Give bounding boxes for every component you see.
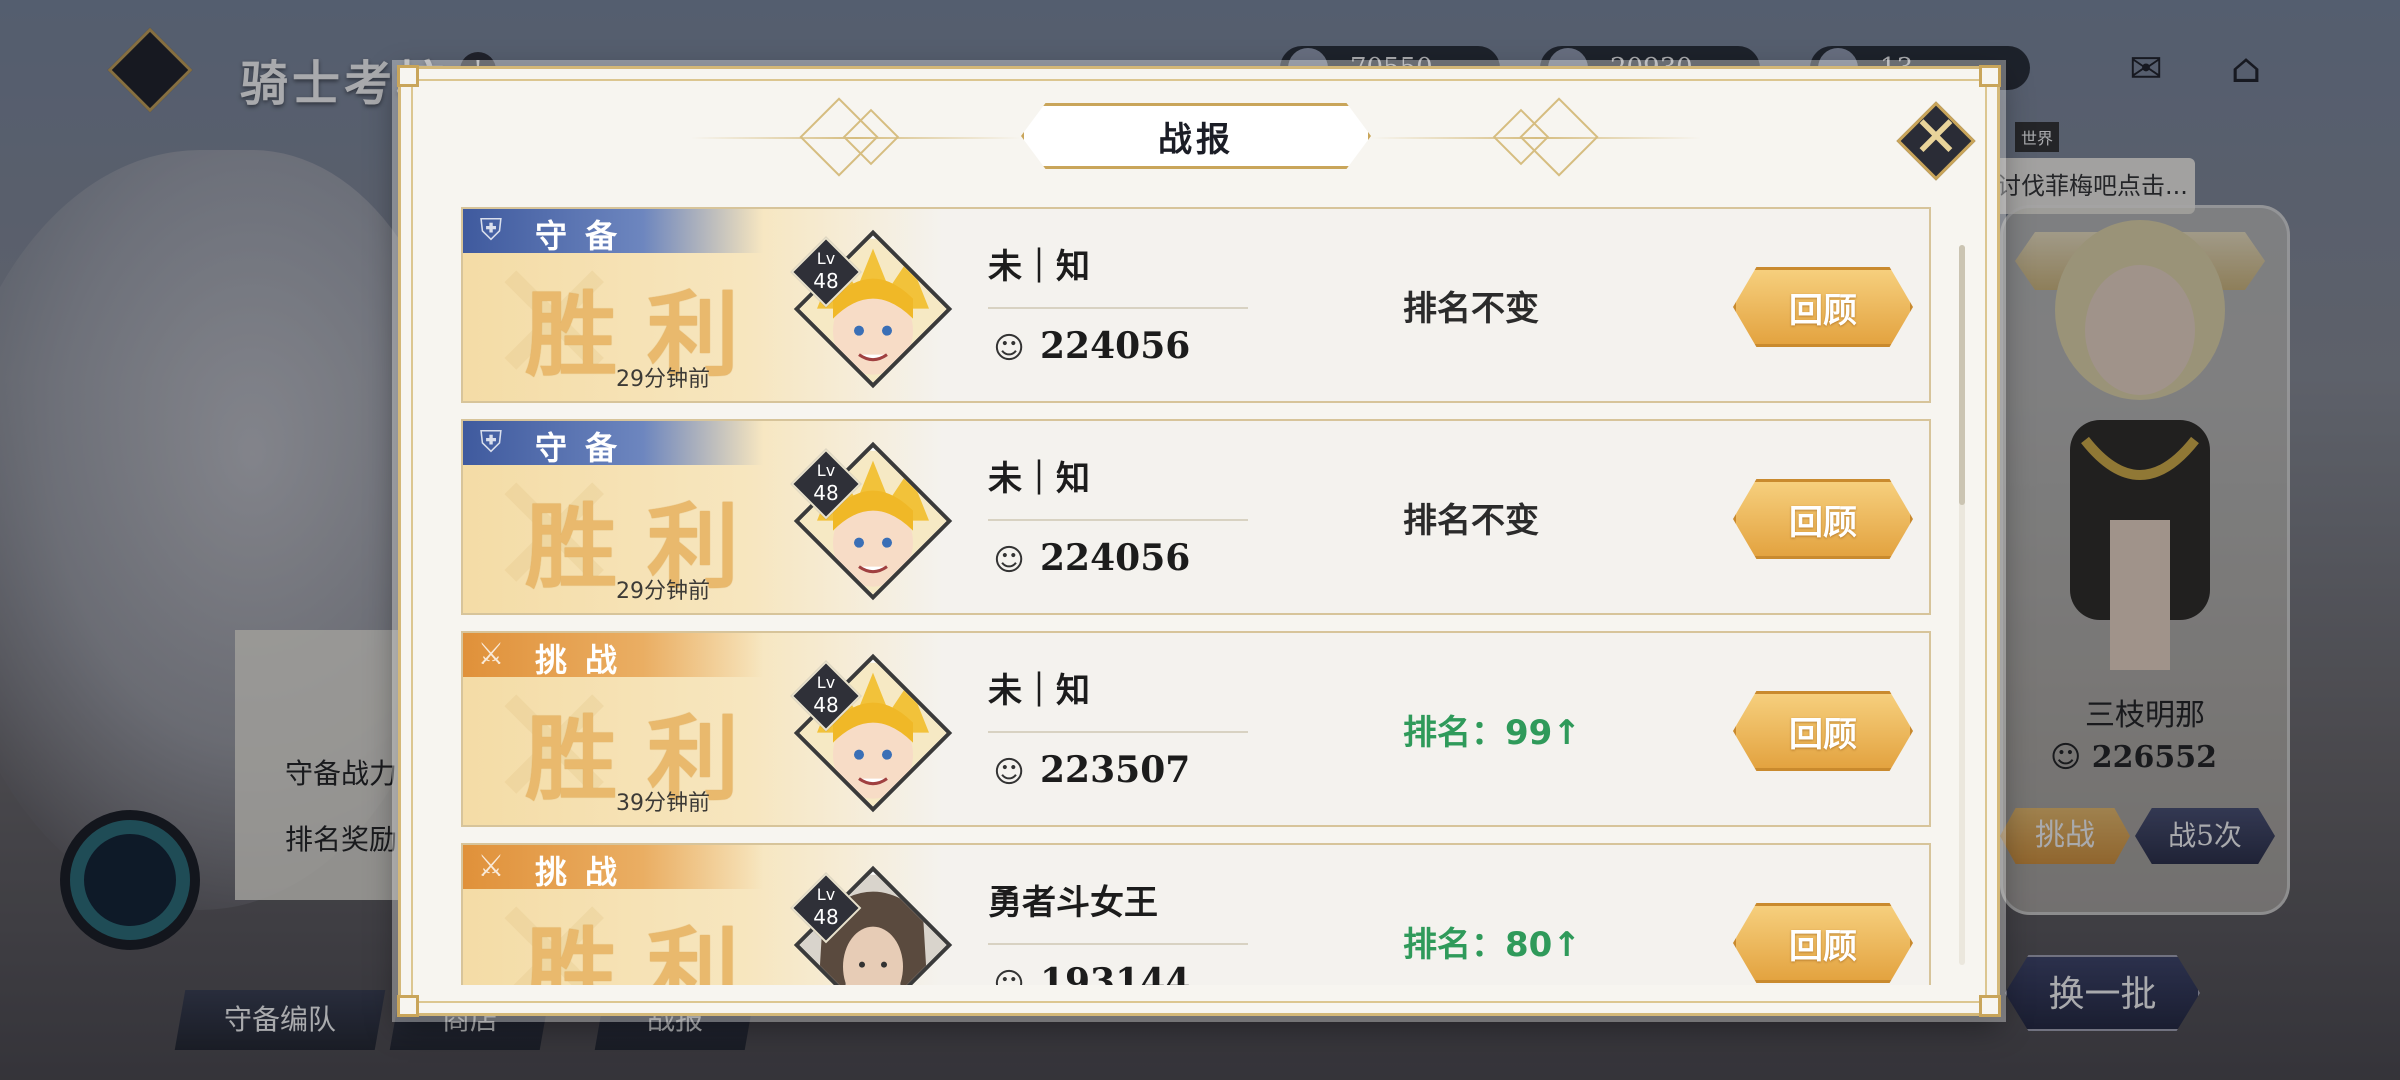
rank-change: 排名：99↑ [1403, 713, 1581, 753]
opponent-name: 勇者斗女王 [988, 883, 1158, 923]
level-prefix: Lv [816, 673, 836, 692]
rank-change: 排名不变 [1403, 289, 1539, 329]
level-prefix: Lv [816, 885, 836, 904]
opponent-power: 224056 [1040, 325, 1191, 367]
record-type: 挑战 [535, 853, 636, 891]
opponent-power: 224056 [1040, 537, 1191, 579]
corner-ornament [1979, 65, 2001, 87]
name-divider [988, 731, 1248, 733]
power-icon: ☺ [993, 543, 1025, 578]
review-button[interactable]: 回顾 [1733, 903, 1913, 983]
review-button[interactable]: 回顾 [1733, 479, 1913, 559]
name-divider [988, 519, 1248, 521]
level-badge: Lv 48 [790, 872, 862, 944]
battle-record: ✕ ⛨ 守备 胜利 29分钟前 Lv 48 未｜知 ☺ 224056 排名不变 … [461, 419, 1931, 621]
close-x-icon: ✕ [1912, 105, 1960, 170]
battle-report-dialog: 战报 ✕ ✕ ⛨ 守备 胜利 29分钟前 Lv 48 未｜知 ☺ 224056 … [397, 65, 2001, 1017]
opponent-name: 未｜知 [988, 459, 1090, 499]
corner-ornament [397, 995, 419, 1017]
name-divider [988, 307, 1248, 309]
opponent-power: 223507 [1040, 749, 1191, 791]
level-badge: Lv 48 [790, 660, 862, 732]
review-button-label: 回顾 [1789, 926, 1857, 967]
level-value: 48 [813, 693, 839, 717]
scrollbar-thumb[interactable] [1959, 245, 1965, 505]
battle-record-list[interactable]: ✕ ⛨ 守备 胜利 29分钟前 Lv 48 未｜知 ☺ 224056 排名不变 … [461, 207, 1941, 985]
battle-record: ✕ ⛨ 守备 胜利 29分钟前 Lv 48 未｜知 ☺ 224056 排名不变 … [461, 207, 1931, 409]
review-button-label: 回顾 [1789, 714, 1857, 755]
opponent-name: 未｜知 [988, 247, 1090, 287]
review-button[interactable]: 回顾 [1733, 691, 1913, 771]
power-icon: ☺ [993, 967, 1025, 985]
power-icon: ☺ [993, 755, 1025, 790]
rank-change: 排名不变 [1403, 501, 1539, 541]
review-button-label: 回顾 [1789, 290, 1857, 331]
shield-icon: ⛨ [479, 425, 503, 460]
opponent-name: 未｜知 [988, 671, 1090, 711]
dialog-header: 战报 [401, 97, 1997, 177]
dialog-title-plate: 战报 [1021, 103, 1371, 169]
record-result: 胜利 [525, 917, 770, 985]
record-type-tab: ⚔ 挑战 [463, 633, 763, 679]
power-icon: ☺ [993, 331, 1025, 366]
level-value: 48 [813, 905, 839, 929]
record-type: 守备 [535, 217, 636, 255]
close-button[interactable]: ✕ [1896, 101, 1976, 181]
record-type: 挑战 [535, 641, 636, 679]
crossed-swords-icon: ⚔ [477, 637, 505, 672]
corner-ornament [397, 65, 419, 87]
battle-record: ✕ ⚔ 挑战 胜利 Lv 48 勇者斗女王 ☺ 193144 排名：80↑ 回顾 [461, 843, 1931, 985]
record-type-tab: ⛨ 守备 [463, 421, 763, 467]
level-prefix: Lv [816, 249, 836, 268]
level-badge: Lv 48 [790, 236, 862, 308]
dialog-title: 战报 [1158, 119, 1234, 160]
review-button[interactable]: 回顾 [1733, 267, 1913, 347]
battle-record: ✕ ⚔ 挑战 胜利 39分钟前 Lv 48 未｜知 ☺ 223507 排名：99… [461, 631, 1931, 833]
corner-ornament [1979, 995, 2001, 1017]
name-divider [988, 943, 1248, 945]
record-type-tab: ⛨ 守备 [463, 209, 763, 255]
opponent-power: 193144 [1040, 961, 1191, 985]
shield-icon: ⛨ [479, 213, 503, 248]
rank-change: 排名：80↑ [1403, 925, 1581, 965]
record-type: 守备 [535, 429, 636, 467]
record-type-tab: ⚔ 挑战 [463, 845, 763, 891]
review-button-label: 回顾 [1789, 502, 1857, 543]
level-badge: Lv 48 [790, 448, 862, 520]
level-prefix: Lv [816, 461, 836, 480]
level-value: 48 [813, 269, 839, 293]
crossed-swords-icon: ⚔ [477, 849, 505, 884]
level-value: 48 [813, 481, 839, 505]
